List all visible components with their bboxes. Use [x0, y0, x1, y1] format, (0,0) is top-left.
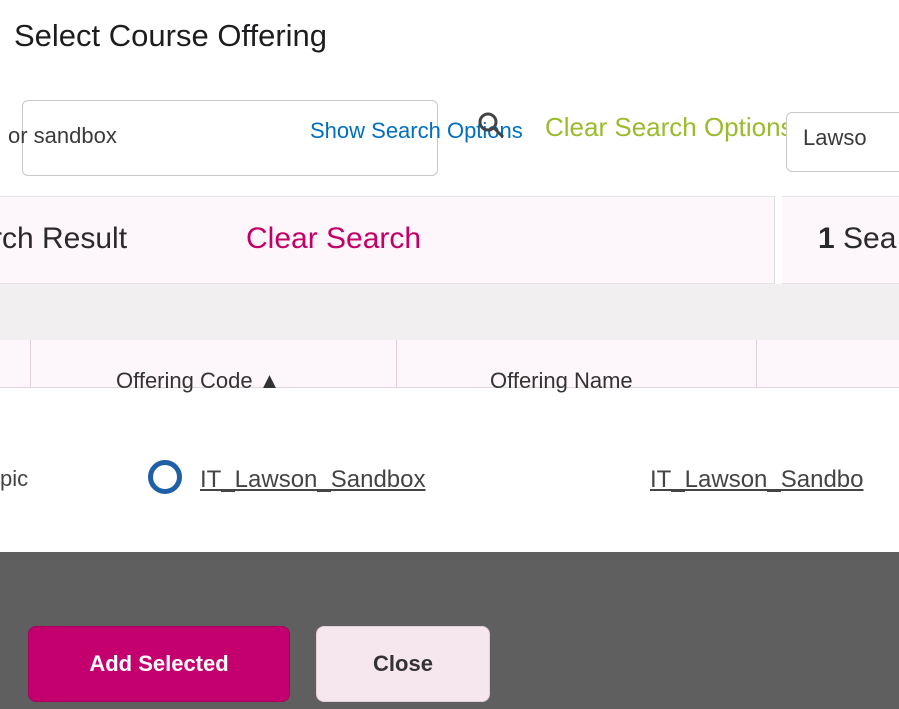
secondary-search-value: Lawso [803, 125, 867, 150]
offering-code-column-header[interactable]: Offering Code ▲ [116, 368, 280, 394]
search-results-label: rch Result [0, 222, 128, 255]
selected-count-number: 1 [818, 222, 835, 255]
search-input[interactable] [8, 122, 298, 150]
clear-search-link[interactable]: Clear Search [246, 222, 421, 256]
toolbar-band [0, 284, 899, 340]
column-separator [396, 340, 397, 388]
results-header-band [0, 196, 899, 284]
search-icon[interactable] [476, 110, 506, 140]
offering-code-cell[interactable]: IT_Lawson_Sandbox [200, 466, 426, 494]
row-leading-cell: pic [0, 466, 29, 491]
clear-search-options-link[interactable]: Clear Search Options [545, 112, 794, 143]
secondary-search-field[interactable]: Lawso [786, 112, 899, 172]
offering-name-column-header[interactable]: Offering Name [490, 368, 633, 394]
close-button[interactable]: Close [316, 626, 490, 702]
column-separator [756, 340, 757, 388]
select-course-offering-dialog: Select Course Offering Show Search Optio… [0, 0, 899, 709]
selected-count-label: Sea [843, 222, 897, 255]
column-separator [30, 340, 31, 388]
offering-name-cell[interactable]: IT_Lawson_Sandbo [650, 466, 864, 494]
dialog-title: Select Course Offering [14, 18, 328, 53]
row-select-radio[interactable] [148, 460, 182, 494]
add-selected-button[interactable]: Add Selected [28, 626, 290, 702]
selected-count: 1 Sea [818, 222, 896, 256]
